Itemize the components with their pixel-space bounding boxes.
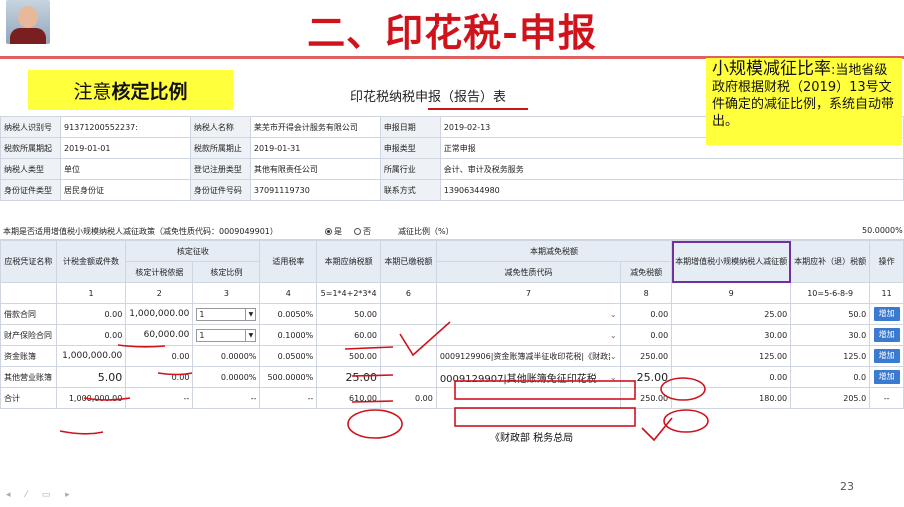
ink-check-1 bbox=[399, 321, 451, 357]
ink-circle-relief-2 bbox=[663, 409, 709, 433]
slide: 二、印花税-申报 注意 核定比例 印花税纳税申报（报告）表 纳税人识别号 91371… bbox=[0, 0, 904, 507]
ink-underline-3 bbox=[83, 397, 131, 401]
ink-box-code-2 bbox=[454, 407, 636, 427]
ink-underline-5 bbox=[344, 346, 394, 350]
ink-circle-due bbox=[347, 409, 403, 439]
ink-check-2 bbox=[641, 417, 673, 442]
ink-underline-4 bbox=[59, 430, 104, 435]
info-callout: 小规模减征比率:当地省级政府根据财税（2019）13号文件确定的减征比例，系统自… bbox=[706, 58, 902, 145]
ink-underline-6 bbox=[351, 374, 394, 377]
ink-underline-7 bbox=[351, 400, 394, 403]
ink-underline-2 bbox=[157, 372, 193, 376]
ink-circle-relief bbox=[660, 377, 706, 401]
presentation-tools[interactable]: ◂ ⁄ ▭ ▸ bbox=[6, 490, 76, 500]
info-callout-heading: 小规模减征比率 bbox=[712, 59, 831, 79]
ink-box-code-1 bbox=[454, 380, 636, 400]
ink-underline-1 bbox=[117, 344, 166, 348]
page-number: 23 bbox=[840, 480, 854, 493]
